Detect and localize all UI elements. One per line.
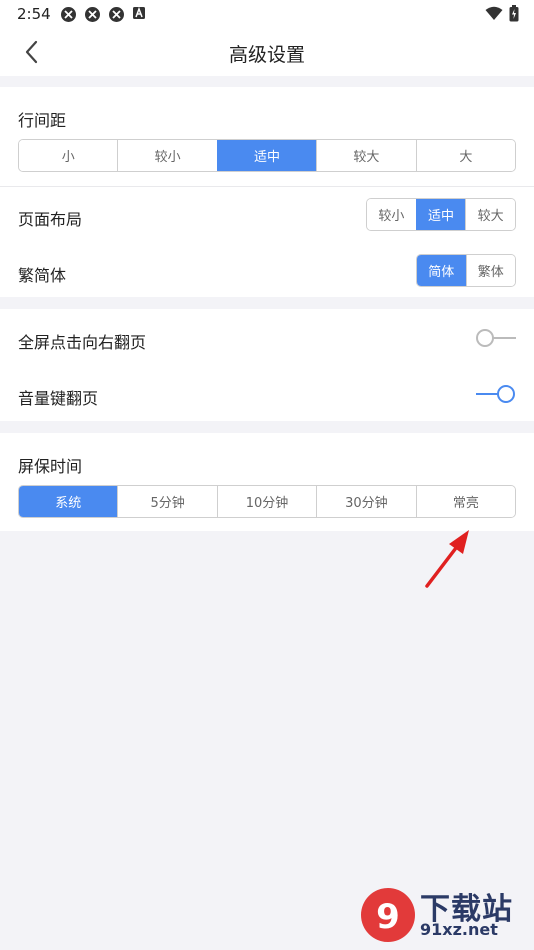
- script-option-selected[interactable]: 简体: [417, 255, 466, 286]
- page-layout-label: 页面布局: [18, 210, 83, 229]
- app-notify-icon: [109, 7, 124, 22]
- page-title: 高级设置: [228, 44, 305, 66]
- status-notification-icons: [60, 6, 146, 23]
- fullscreen-tap-label: 全屏点击向右翻页: [18, 333, 147, 352]
- line-spacing-option[interactable]: 较大: [316, 140, 416, 171]
- script-option[interactable]: 繁体: [465, 255, 515, 286]
- screensaver-label: 屏保时间: [18, 457, 83, 476]
- line-spacing-label: 行间距: [18, 111, 67, 130]
- script-segmented: 简体 繁体: [416, 254, 516, 287]
- script-label: 繁简体: [18, 266, 67, 285]
- watermark-url: 91xz.net: [420, 920, 498, 939]
- screensaver-card: 屏保时间 系统 5分钟 10分钟 30分钟 常亮: [0, 433, 534, 531]
- screensaver-option[interactable]: 30分钟: [316, 486, 416, 517]
- app-notify-icon: [61, 7, 76, 22]
- status-bar: 2:54: [0, 0, 534, 28]
- svg-text:9: 9: [376, 897, 400, 937]
- volume-key-toggle[interactable]: [476, 383, 518, 405]
- screensaver-option[interactable]: 5分钟: [117, 486, 217, 517]
- toggle-knob: [476, 329, 494, 347]
- wifi-icon: [485, 6, 503, 20]
- volume-key-label: 音量键翻页: [18, 389, 99, 408]
- screensaver-segmented: 系统 5分钟 10分钟 30分钟 常亮: [18, 485, 516, 518]
- annotation-arrow-icon: [425, 530, 469, 588]
- screensaver-option[interactable]: 常亮: [415, 486, 515, 517]
- watermark-logo-icon: 9: [361, 888, 415, 942]
- screensaver-option[interactable]: 10分钟: [216, 486, 317, 517]
- reading-settings-card: 行间距 小 较小 适中 较大 大 页面布局 较小 适中 较大 繁简体 简体 繁体: [0, 87, 534, 297]
- page-layout-option-selected[interactable]: 适中: [415, 199, 466, 230]
- a-box-icon: [133, 6, 145, 19]
- toggle-knob: [497, 385, 515, 403]
- line-spacing-segmented: 小 较小 适中 较大 大: [18, 139, 516, 172]
- divider: [0, 186, 534, 187]
- line-spacing-option[interactable]: 较小: [117, 140, 217, 171]
- page-layout-segmented: 较小 适中 较大: [366, 198, 516, 231]
- line-spacing-option[interactable]: 小: [19, 140, 118, 171]
- status-time: 2:54: [17, 5, 51, 23]
- line-spacing-option-selected[interactable]: 适中: [216, 140, 317, 171]
- page-turn-card: 全屏点击向右翻页 音量键翻页: [0, 309, 534, 421]
- watermark: 9 下载站 91xz.net: [358, 884, 528, 946]
- app-bar: 高级设置: [0, 28, 534, 76]
- page-layout-option[interactable]: 较大: [465, 199, 515, 230]
- battery-icon: [509, 5, 519, 22]
- app-notify-icon: [85, 7, 100, 22]
- system-status-icons: [485, 5, 519, 22]
- fullscreen-tap-toggle[interactable]: [476, 327, 518, 349]
- line-spacing-option[interactable]: 大: [415, 140, 515, 171]
- page-layout-option[interactable]: 较小: [367, 199, 416, 230]
- screensaver-option-selected[interactable]: 系统: [19, 486, 118, 517]
